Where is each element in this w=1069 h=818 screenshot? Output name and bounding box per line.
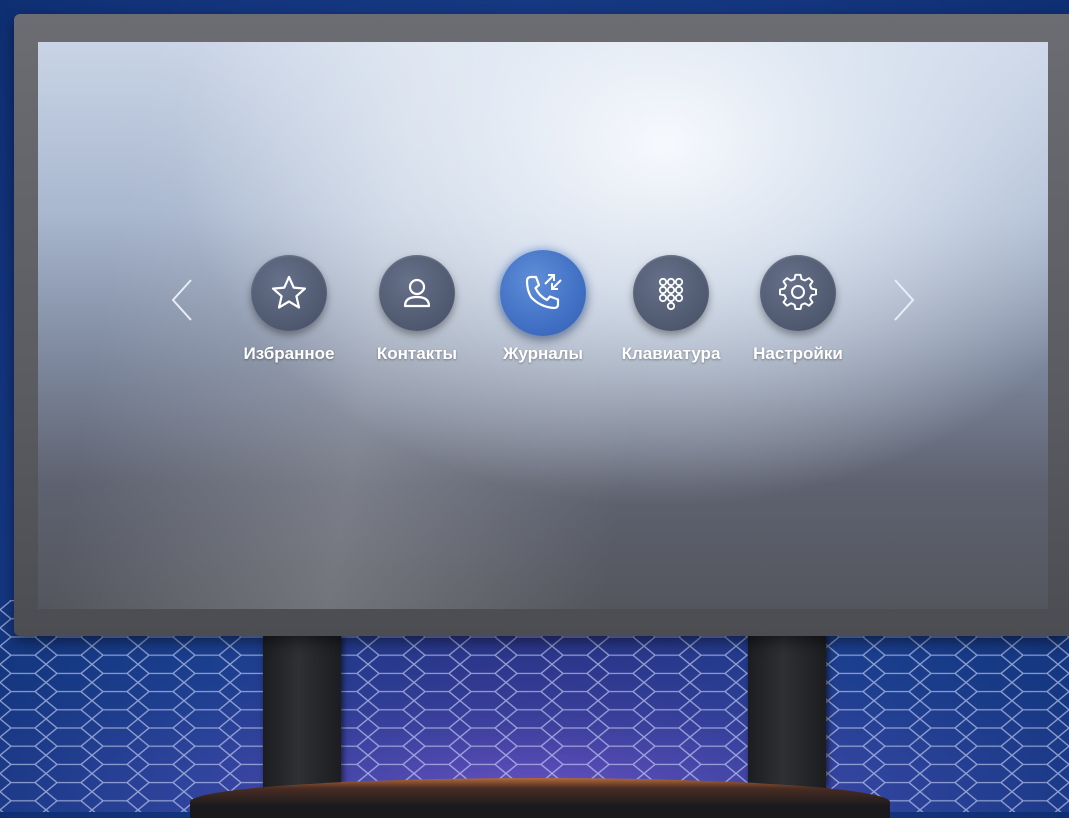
scene: Избранное Контакты Журналы Клавиатура На… [0,0,1069,818]
prev-page-button[interactable] [162,270,202,330]
app-favorites[interactable]: Избранное [234,255,344,364]
app-favorites-icon-circle [251,255,327,331]
gear-icon [779,273,817,310]
app-dialpad[interactable]: Клавиатура [616,255,726,364]
app-contacts[interactable]: Контакты [362,255,472,364]
app-settings-label: Настройки [753,344,843,363]
app-dialpad-icon-circle [633,255,709,331]
chevron-right-icon [894,279,915,321]
display-screen: Избранное Контакты Журналы Клавиатура На… [38,42,1048,609]
next-page-button[interactable] [884,270,924,330]
app-favorites-label: Избранное [243,344,335,363]
star-icon [271,275,307,309]
app-call-logs[interactable]: Журналы [488,250,598,364]
person-icon [403,278,431,308]
app-contacts-label: Контакты [376,344,458,363]
stand-base [190,778,890,818]
app-call-logs-label: Журналы [502,344,584,363]
app-dialpad-label: Клавиатура [621,344,721,363]
dialpad-icon [658,277,684,311]
phone-log-icon [525,274,562,310]
app-call-logs-icon-circle [500,250,586,336]
app-launcher: Избранное Контакты Журналы Клавиатура На… [38,42,1048,609]
app-contacts-icon-circle [379,255,455,331]
chevron-left-icon [171,279,192,321]
app-settings[interactable]: Настройки [743,255,853,364]
app-settings-icon-circle [760,255,836,331]
stand-leg-left [263,636,341,788]
stand-leg-right [748,636,826,788]
